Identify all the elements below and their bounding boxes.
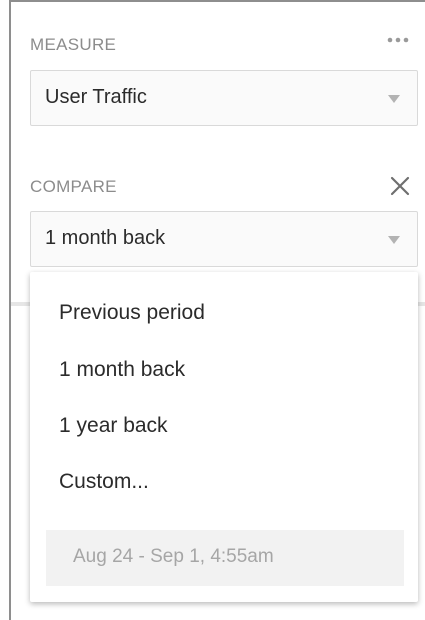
close-icon[interactable] [386, 172, 414, 200]
measure-select[interactable]: User Traffic [30, 70, 418, 126]
compare-select-value: 1 month back [45, 227, 166, 249]
menu-item-custom[interactable]: Custom... [59, 470, 149, 494]
menu-item-1-month-back[interactable]: 1 month back [59, 358, 185, 382]
compare-select[interactable]: 1 month back [30, 211, 418, 267]
chevron-down-icon [388, 236, 400, 244]
measure-select-value: User Traffic [45, 86, 147, 108]
compare-label: COMPARE [30, 177, 117, 196]
settings-panel: MEASURE User Traffic COMPARE 1 month bac… [9, 0, 425, 620]
chevron-down-icon [388, 95, 400, 103]
custom-date-range-text: Aug 24 - Sep 1, 4:55am [73, 546, 274, 567]
menu-item-1-year-back[interactable]: 1 year back [59, 414, 168, 438]
measure-label: MEASURE [30, 35, 117, 54]
menu-item-previous-period[interactable]: Previous period [59, 301, 205, 325]
custom-date-range-field[interactable]: Aug 24 - Sep 1, 4:55am [46, 530, 404, 586]
more-horizontal-icon[interactable] [383, 30, 413, 50]
compare-dropdown-menu: Previous period 1 month back 1 year back… [30, 272, 418, 602]
